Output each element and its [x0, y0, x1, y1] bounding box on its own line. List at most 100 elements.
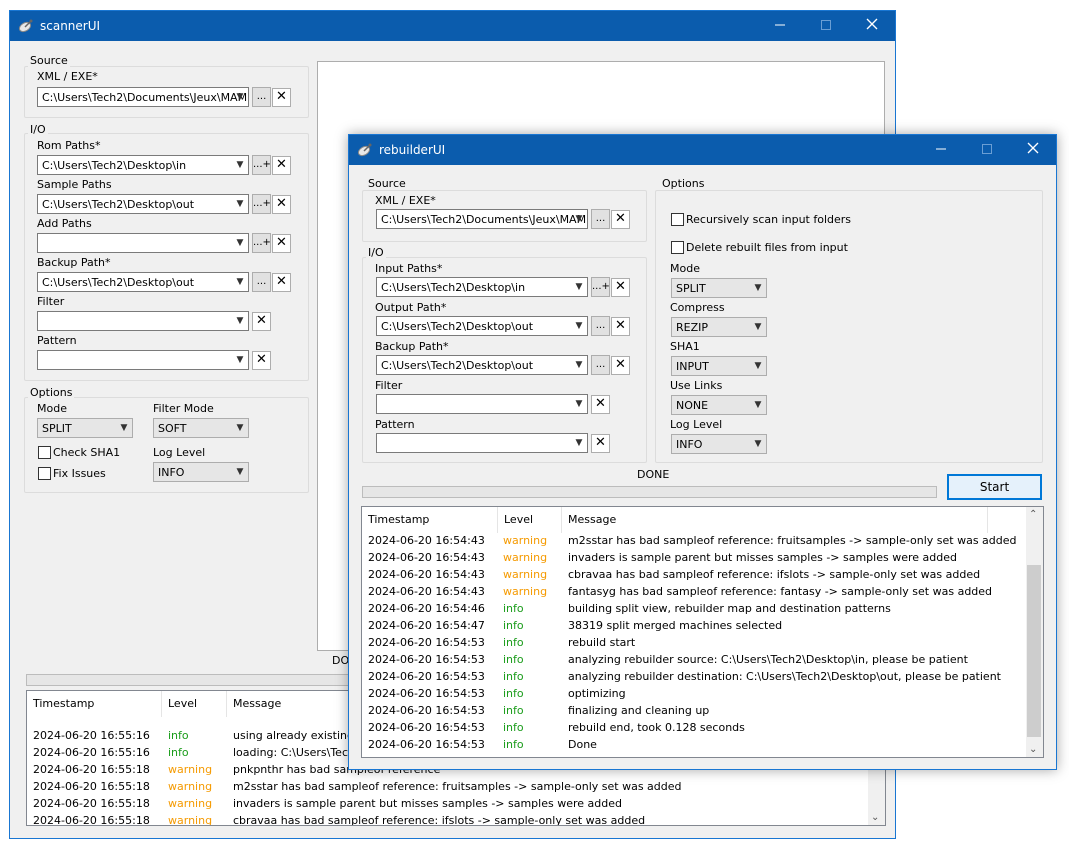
log-row[interactable]: 2024-06-20 16:55:18 warning m2sstar has ba…: [27, 778, 885, 795]
filter-clear-button[interactable]: ✕: [252, 312, 271, 331]
delete-rebuilt-checkbox[interactable]: [671, 241, 684, 254]
column-header-timestamp[interactable]: Timestamp: [27, 691, 162, 717]
vertical-scrollbar[interactable]: ⌃ ⌄: [1026, 507, 1043, 757]
rebuilder-titlebar[interactable]: rebuilderUI: [349, 135, 1056, 165]
add-paths-combo[interactable]: ▼: [37, 233, 249, 253]
pattern-combo[interactable]: ▼: [37, 350, 249, 370]
chevron-up-icon[interactable]: ⌃: [1029, 509, 1037, 520]
sha1-select[interactable]: INPUT ▼: [671, 356, 767, 376]
log-level-select[interactable]: INFO ▼: [671, 434, 767, 454]
chevron-down-icon[interactable]: ⌄: [871, 812, 879, 823]
log-row[interactable]: 2024-06-20 16:54:53 info rebuild start: [362, 634, 1043, 651]
close-button[interactable]: [849, 11, 895, 41]
filter-combo[interactable]: ▼: [376, 394, 588, 414]
column-header-timestamp[interactable]: Timestamp: [362, 507, 498, 533]
xml-combo[interactable]: C:\Users\Tech2\Documents\Jeux\MAM ▼: [376, 209, 588, 229]
log-row[interactable]: 2024-06-20 16:54:43 warning cbravaa has ba…: [362, 566, 1043, 583]
minimize-button[interactable]: [757, 11, 803, 41]
scrollbar-thumb[interactable]: [1027, 565, 1041, 737]
recursive-checkbox[interactable]: [671, 213, 684, 226]
log-row[interactable]: 2024-06-20 16:54:53 info Done: [362, 736, 1043, 753]
start-button[interactable]: Start: [947, 474, 1042, 500]
scanner-titlebar[interactable]: scannerUI: [10, 11, 895, 41]
log-row[interactable]: 2024-06-20 16:55:18 warning cbravaa has ba…: [27, 812, 885, 826]
input-paths-clear-button[interactable]: ✕: [611, 278, 630, 297]
log-level-select[interactable]: INFO ▼: [153, 462, 249, 482]
log-row[interactable]: 2024-06-20 16:54:53 info rebuild end, took…: [362, 719, 1043, 736]
mode-select[interactable]: SPLIT ▼: [37, 418, 133, 438]
maximize-button[interactable]: [964, 135, 1010, 165]
rebuilder-window: rebuilderUI Source XML / EXE* C:\Users\T…: [348, 134, 1057, 770]
maximize-button[interactable]: [803, 11, 849, 41]
log-header: Timestamp Level Message: [362, 507, 1043, 533]
mode-select[interactable]: SPLIT ▼: [671, 278, 767, 298]
chevron-down-icon[interactable]: ⌄: [1029, 744, 1037, 755]
rom-paths-combo[interactable]: C:\Users\Tech2\Desktop\in ▼: [37, 155, 249, 175]
column-header-level[interactable]: Level: [498, 507, 562, 533]
column-header-level[interactable]: Level: [162, 691, 227, 717]
add-paths-add-button[interactable]: ...+: [252, 233, 271, 253]
log-level: warning: [168, 797, 213, 810]
xml-combo[interactable]: C:\Users\Tech2\Documents\Jeux\MAM ▼: [37, 87, 249, 107]
backup-path-clear-button[interactable]: ✕: [272, 273, 291, 292]
rom-paths-clear-button[interactable]: ✕: [272, 156, 291, 175]
check-sha1-checkbox[interactable]: [38, 446, 51, 459]
filter-clear-button[interactable]: ✕: [591, 395, 610, 414]
log-row[interactable]: 2024-06-20 16:54:43 warning invaders is sa…: [362, 549, 1043, 566]
source-group-label: Source: [366, 177, 408, 190]
output-path-label: Output Path*: [375, 301, 447, 314]
xml-clear-button[interactable]: ✕: [272, 88, 291, 107]
use-links-select[interactable]: NONE ▼: [671, 395, 767, 415]
log-row[interactable]: 2024-06-20 16:54:53 info analyzing rebuild…: [362, 668, 1043, 685]
output-path-browse-button[interactable]: ...: [591, 316, 610, 336]
output-path-clear-button[interactable]: ✕: [611, 317, 630, 336]
log-level: info: [503, 636, 524, 649]
log-level: warning: [503, 585, 548, 598]
sample-paths-combo[interactable]: C:\Users\Tech2\Desktop\out ▼: [37, 194, 249, 214]
xml-browse-button[interactable]: ...: [252, 87, 271, 107]
backup-path-combo[interactable]: C:\Users\Tech2\Desktop\out ▼: [37, 272, 249, 292]
pattern-clear-button[interactable]: ✕: [252, 351, 271, 370]
fix-issues-checkbox[interactable]: [38, 467, 51, 480]
backup-path-clear-button[interactable]: ✕: [611, 356, 630, 375]
log-message: rebuild end, took 0.128 seconds: [568, 721, 745, 734]
input-paths-add-button[interactable]: ...+: [591, 277, 610, 297]
backup-path-browse-button[interactable]: ...: [591, 355, 610, 375]
add-paths-clear-button[interactable]: ✕: [272, 234, 291, 253]
backup-path-combo[interactable]: C:\Users\Tech2\Desktop\out ▼: [376, 355, 588, 375]
rom-paths-add-button[interactable]: ...+: [252, 155, 271, 175]
compress-label: Compress: [670, 301, 725, 314]
output-path-combo[interactable]: C:\Users\Tech2\Desktop\out ▼: [376, 316, 588, 336]
log-message: cbravaa has bad sampleof reference: ifsl…: [233, 814, 646, 826]
close-button[interactable]: [1010, 135, 1056, 165]
log-row[interactable]: 2024-06-20 16:54:47 info 38319 split merge…: [362, 617, 1043, 634]
pattern-combo[interactable]: ▼: [376, 433, 588, 453]
filter-combo[interactable]: ▼: [37, 311, 249, 331]
input-paths-combo[interactable]: C:\Users\Tech2\Desktop\in ▼: [376, 277, 588, 297]
log-list[interactable]: Timestamp Level Message 2024-06-20 16:54…: [361, 506, 1044, 758]
chevron-down-icon: ▼: [236, 160, 244, 170]
sample-paths-add-button[interactable]: ...+: [252, 194, 271, 214]
log-row[interactable]: 2024-06-20 16:54:53 info optimizing: [362, 685, 1043, 702]
compress-select[interactable]: REZIP ▼: [671, 317, 767, 337]
log-message: analyzing rebuilder destination: C:\User…: [568, 670, 1001, 683]
log-level: info: [503, 738, 524, 751]
column-header-message[interactable]: Message: [562, 507, 988, 533]
backup-path-browse-button[interactable]: ...: [252, 272, 271, 292]
log-row[interactable]: 2024-06-20 16:55:18 warning invaders is sa…: [27, 795, 885, 812]
pattern-clear-button[interactable]: ✕: [591, 434, 610, 453]
filter-mode-select[interactable]: SOFT ▼: [153, 418, 249, 438]
log-row[interactable]: 2024-06-20 16:54:53 info analyzing rebuild…: [362, 651, 1043, 668]
log-row[interactable]: 2024-06-20 16:54:46 info building split vi…: [362, 600, 1043, 617]
use-links-label: Use Links: [670, 379, 723, 392]
xml-browse-button[interactable]: ...: [591, 209, 610, 229]
log-row[interactable]: 2024-06-20 16:54:53 info finalizing and cl…: [362, 702, 1043, 719]
minimize-button[interactable]: [918, 135, 964, 165]
log-row[interactable]: 2024-06-20 16:54:43 warning m2sstar has ba…: [362, 532, 1043, 549]
log-row[interactable]: 2024-06-20 16:54:43 warning fantasyg has b…: [362, 583, 1043, 600]
options-group-label: Options: [660, 177, 707, 190]
log-message: optimizing: [568, 687, 626, 700]
xml-clear-button[interactable]: ✕: [611, 210, 630, 229]
sample-paths-clear-button[interactable]: ✕: [272, 195, 291, 214]
recursive-label: Recursively scan input folders: [686, 213, 852, 226]
